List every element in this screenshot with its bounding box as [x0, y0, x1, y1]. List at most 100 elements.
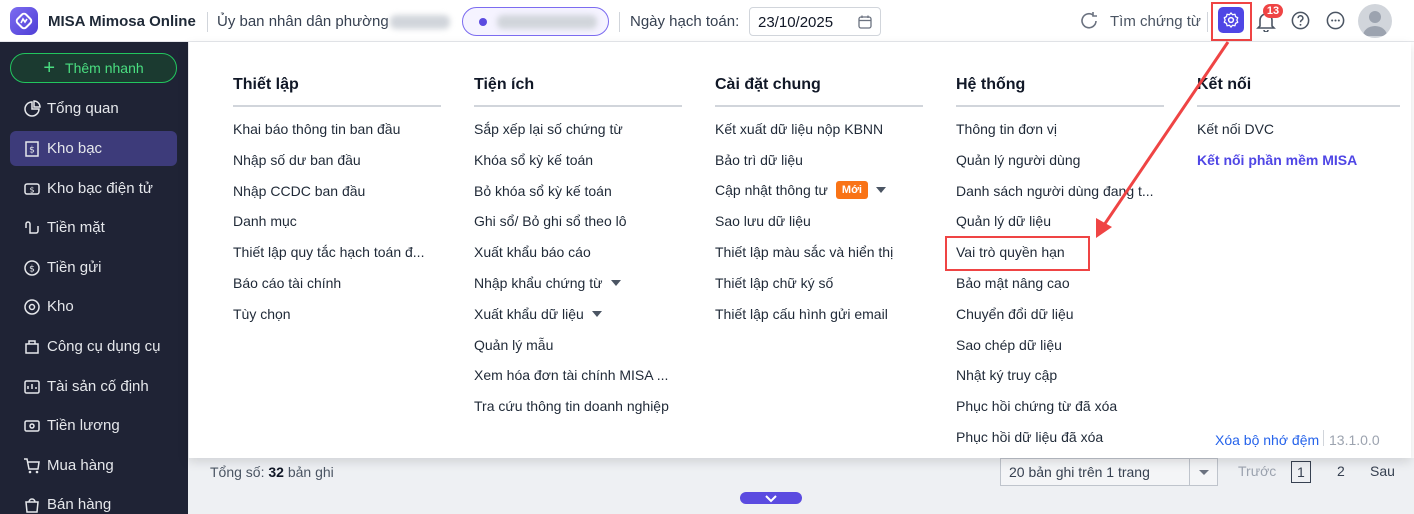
menu-item-export-data[interactable]: Xuất khẩu dữ liệu: [474, 306, 602, 322]
menu-item[interactable]: Thiết lập cấu hình gửi email: [715, 306, 888, 322]
page-2-button[interactable]: 2: [1337, 463, 1345, 479]
menu-item-connect-misa[interactable]: Kết nối phần mềm MISA: [1197, 152, 1357, 168]
posting-date-input[interactable]: 23/10/2025: [749, 7, 881, 36]
menu-item[interactable]: Thiết lập màu sắc và hiển thị: [715, 244, 893, 260]
menu-item[interactable]: Kết xuất dữ liệu nộp KBNN: [715, 121, 883, 137]
menu-item[interactable]: Ghi sổ/ Bỏ ghi sổ theo lô: [474, 213, 627, 229]
menu-column-title: Thiết lập: [233, 76, 299, 93]
sidebar-item-overview[interactable]: Tổng quan: [10, 91, 177, 126]
menu-item[interactable]: Khóa sổ kỳ kế toán: [474, 152, 593, 168]
search-voucher-label: Tìm chứng từ: [1110, 12, 1201, 30]
sidebar-item-warehouse[interactable]: Kho: [10, 289, 177, 324]
sidebar-item-label: Kho bạc điện tử: [47, 180, 153, 197]
menu-item[interactable]: Quản lý dữ liệu: [956, 213, 1051, 229]
clear-cache-link[interactable]: Xóa bộ nhớ đệm: [1215, 432, 1319, 448]
menu-item[interactable]: Tra cứu thông tin doanh nghiệp: [474, 398, 669, 414]
quick-add-label: Thêm nhanh: [65, 60, 144, 76]
sidebar-item-cash[interactable]: Tiền mặt: [10, 210, 177, 245]
posting-date-label: Ngày hạch toán:: [630, 13, 740, 30]
chevron-down-icon: [765, 495, 777, 503]
menu-item[interactable]: Xem hóa đơn tài chính MISA ...: [474, 367, 668, 383]
deposit-icon: $: [23, 259, 40, 276]
settings-menu-panel: Thiết lập Khai báo thông tin ban đầu Nhậ…: [188, 42, 1411, 458]
menu-item[interactable]: Nhật ký truy cập: [956, 367, 1057, 383]
menu-item[interactable]: Quản lý người dùng: [956, 152, 1080, 168]
warehouse-icon: [23, 298, 40, 315]
divider: [956, 105, 1164, 107]
user-icon: [1363, 11, 1387, 36]
menu-column-title: Kết nối: [1197, 76, 1252, 93]
search-voucher-link[interactable]: Tìm chứng từ: [1078, 10, 1201, 32]
svg-text:$: $: [29, 185, 34, 194]
menu-item[interactable]: Thiết lập quy tắc hạch toán đ...: [233, 244, 424, 260]
page-size-select[interactable]: 20 bản ghi trên 1 trang: [1000, 458, 1218, 486]
menu-item[interactable]: Danh mục: [233, 213, 297, 229]
sidebar-item-label: Tiền lương: [47, 417, 120, 434]
menu-item[interactable]: Quản lý mẫu: [474, 337, 553, 353]
fixed-assets-icon: [23, 379, 40, 394]
cart-icon: [23, 457, 40, 473]
menu-item[interactable]: Phục hồi chứng từ đã xóa: [956, 398, 1117, 414]
menu-item[interactable]: Sao lưu dữ liệu: [715, 213, 811, 229]
menu-item[interactable]: Báo cáo tài chính: [233, 275, 341, 291]
svg-text:$: $: [29, 264, 35, 274]
prev-page-button[interactable]: Trước: [1238, 463, 1276, 479]
menu-item[interactable]: Bỏ khóa sổ kỳ kế toán: [474, 183, 612, 199]
sidebar-item-label: Mua hàng: [47, 457, 114, 474]
divider: [619, 12, 620, 32]
menu-item[interactable]: Bảo trì dữ liệu: [715, 152, 803, 168]
collapse-toggle[interactable]: [740, 492, 802, 504]
sidebar-item-deposit[interactable]: $ Tiền gửi: [10, 250, 177, 285]
tools-icon: [24, 339, 39, 354]
menu-item[interactable]: Nhập số dư ban đầu: [233, 152, 361, 168]
misa-logo-icon[interactable]: [10, 7, 38, 35]
top-bar: MISA Mimosa Online Ủy ban nhân dân phườn…: [0, 0, 1414, 42]
menu-item[interactable]: Sắp xếp lại số chứng từ: [474, 121, 623, 137]
org-name: Ủy ban nhân dân phường: [217, 13, 389, 30]
caret-down-icon: [591, 311, 602, 317]
menu-item[interactable]: Danh sách người dùng đang t...: [956, 183, 1154, 199]
settings-highlight-box: [1211, 2, 1252, 41]
page-1-button[interactable]: 1: [1291, 461, 1311, 483]
sidebar-item-label: Tài sản cố định: [47, 378, 149, 395]
sidebar-item-fixed-assets[interactable]: Tài sản cố định: [10, 369, 177, 404]
posting-date-value: 23/10/2025: [758, 14, 834, 31]
menu-item[interactable]: Xuất khẩu báo cáo: [474, 244, 591, 260]
menu-item[interactable]: Tùy chọn: [233, 306, 291, 322]
menu-item[interactable]: Chuyển đổi dữ liệu: [956, 306, 1074, 322]
menu-item[interactable]: Thông tin đơn vị: [956, 121, 1057, 137]
user-avatar[interactable]: [1358, 4, 1392, 38]
sidebar-item-payroll[interactable]: Tiền lương: [10, 408, 177, 443]
cash-icon: [24, 220, 39, 234]
divider: [207, 12, 208, 32]
blurred-org-detail: [390, 15, 450, 29]
unit-selector[interactable]: [462, 7, 609, 36]
menu-item[interactable]: Phục hồi dữ liệu đã xóa: [956, 429, 1103, 445]
blurred-unit-name: [497, 15, 597, 29]
menu-item[interactable]: Sao chép dữ liệu: [956, 337, 1062, 353]
more-icon[interactable]: [1325, 10, 1346, 31]
sidebar-item-purchasing[interactable]: Mua hàng: [10, 448, 177, 483]
menu-item-import-vouchers[interactable]: Nhập khẩu chứng từ: [474, 275, 621, 291]
next-page-button[interactable]: Sau: [1370, 463, 1395, 479]
sidebar-item-treasury[interactable]: $ Kho bạc: [10, 131, 177, 166]
sidebar-item-sales[interactable]: Bán hàng: [10, 487, 177, 514]
menu-item[interactable]: Nhập CCDC ban đầu: [233, 183, 365, 199]
menu-item[interactable]: Thiết lập chữ ký số: [715, 275, 833, 291]
quick-add-button[interactable]: + Thêm nhanh: [10, 53, 177, 83]
sidebar-item-e-treasury[interactable]: $ Kho bạc điện tử: [10, 171, 177, 206]
chevron-down-icon: [1189, 459, 1217, 485]
sidebar-item-tools[interactable]: Công cụ dụng cụ: [10, 329, 177, 364]
menu-item[interactable]: Kết nối DVC: [1197, 121, 1274, 137]
total-suffix: bản ghi: [287, 464, 334, 480]
roles-highlight-box: [945, 236, 1090, 271]
menu-column-title: Hệ thống: [956, 76, 1026, 93]
e-treasury-icon: $: [23, 182, 40, 195]
page-size-value: 20 bản ghi trên 1 trang: [1009, 464, 1150, 480]
help-icon[interactable]: [1290, 10, 1311, 31]
menu-item[interactable]: Khai báo thông tin ban đầu: [233, 121, 400, 137]
menu-item-update-circular[interactable]: Cập nhật thông tư Mới: [715, 181, 886, 199]
calendar-icon[interactable]: [857, 14, 873, 30]
menu-item[interactable]: Bảo mật nâng cao: [956, 275, 1070, 291]
status-dot-icon: [479, 18, 487, 26]
